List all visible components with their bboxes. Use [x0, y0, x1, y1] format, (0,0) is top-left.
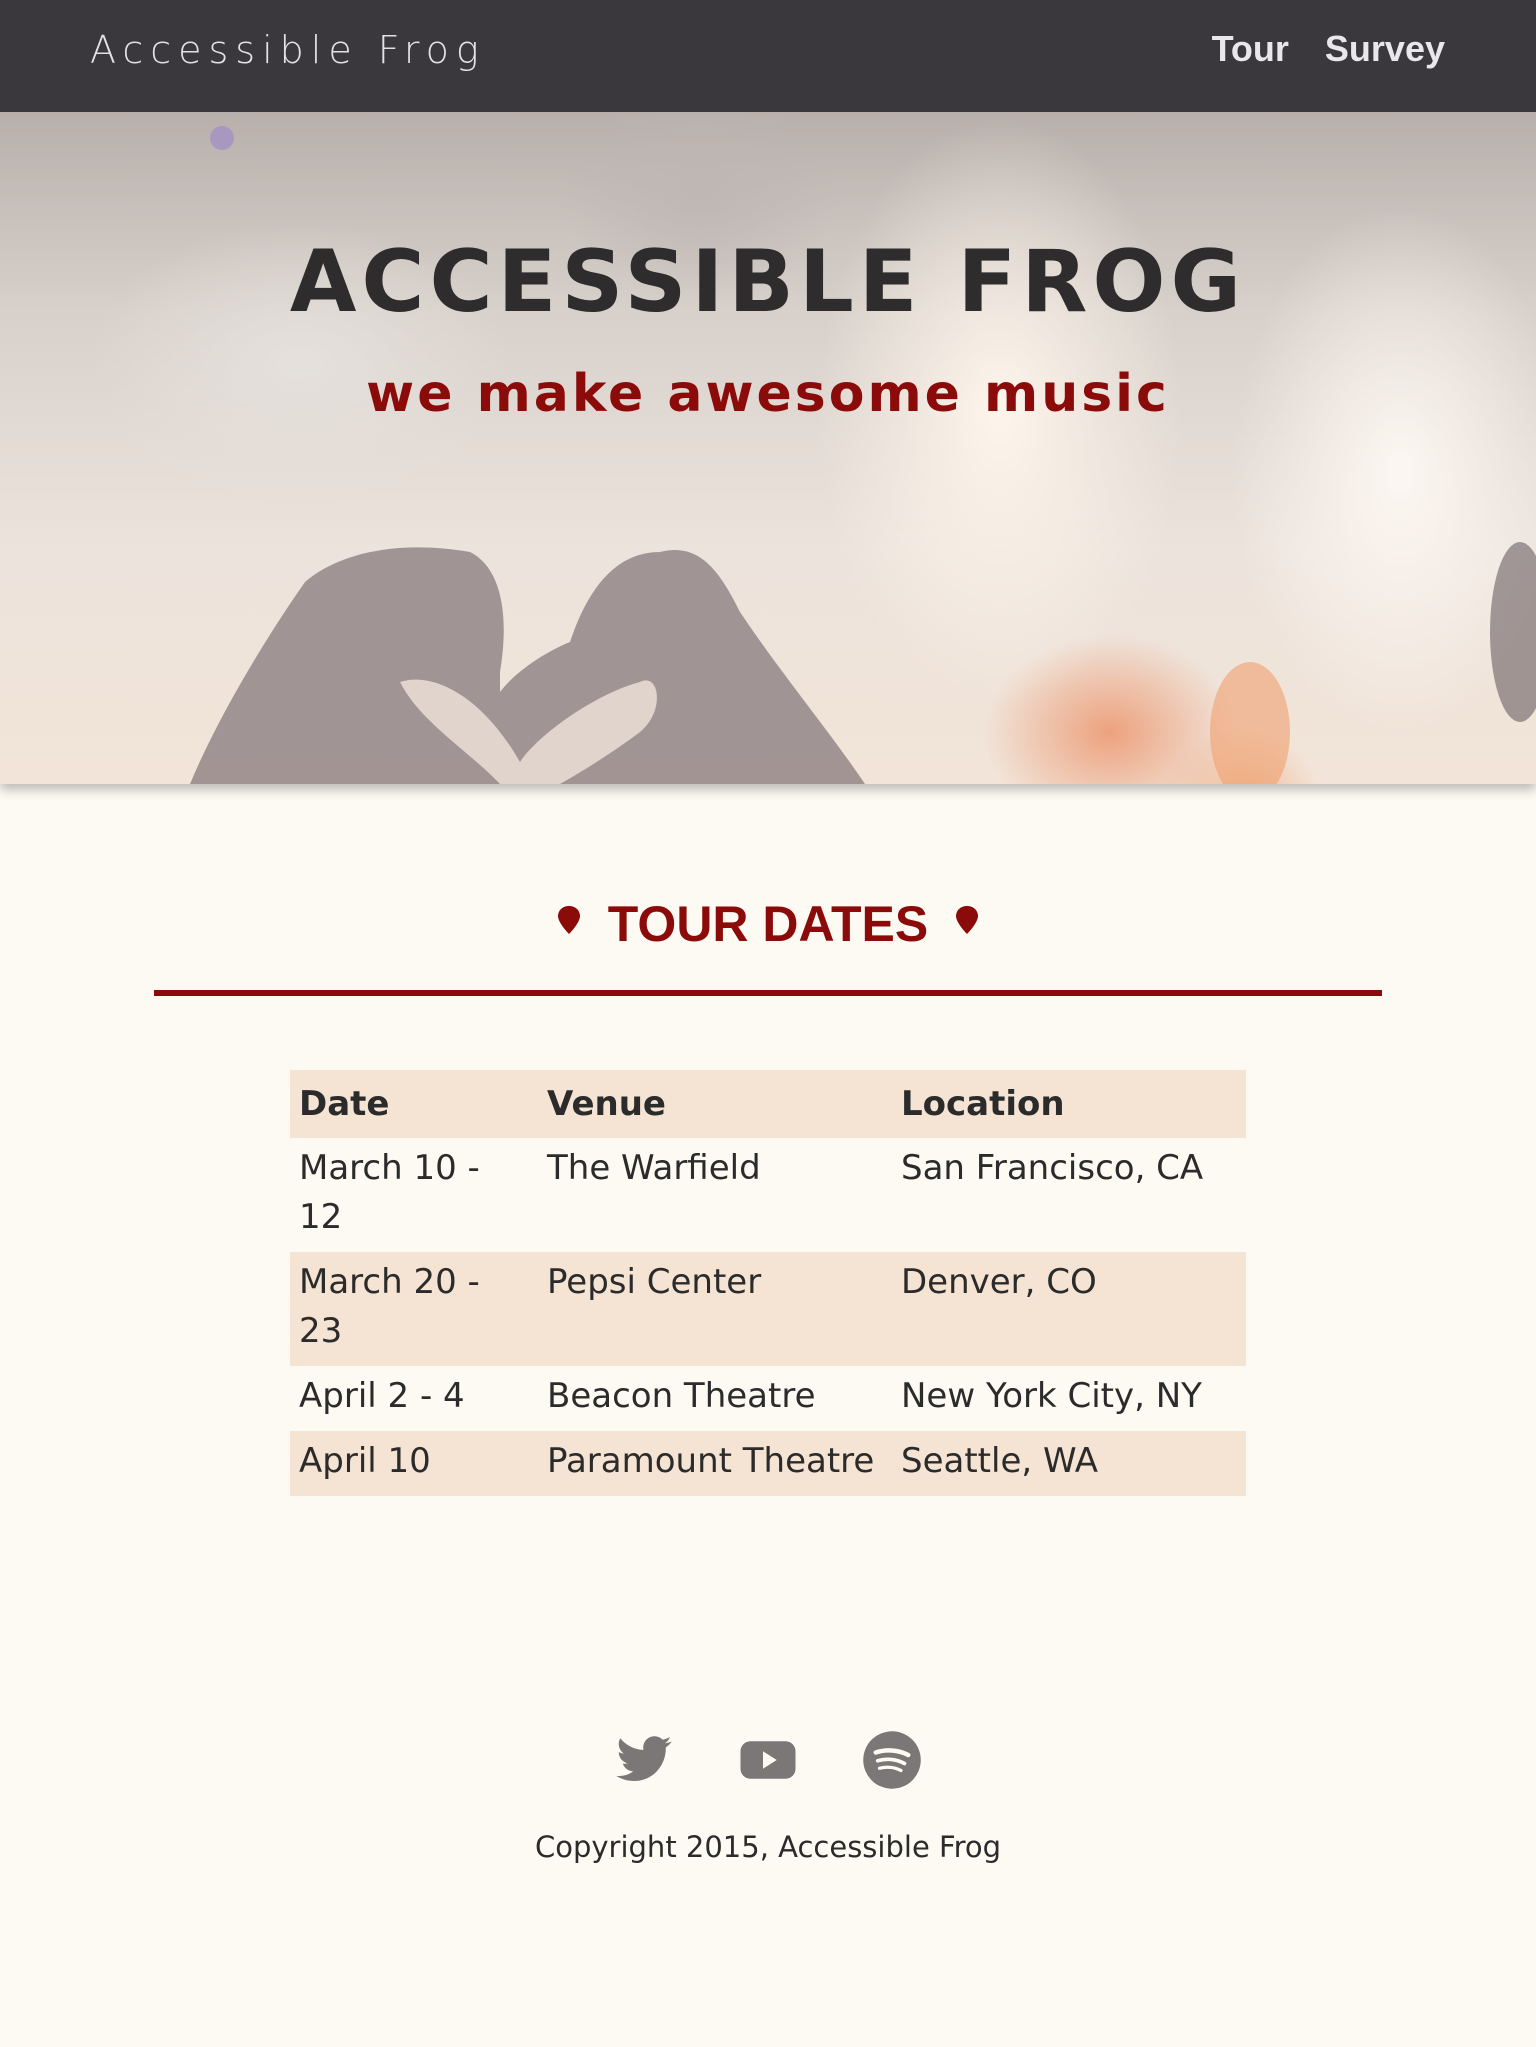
cell-venue: The Warfield: [547, 1148, 761, 1188]
cell-date: March 10 - 12: [299, 1148, 480, 1237]
location-pin-icon: [557, 905, 580, 934]
section-divider: [154, 990, 1382, 996]
tour-dates-table: Date Venue Location March 10 - 12 The Wa…: [290, 1070, 1246, 1496]
cell-venue: Paramount Theatre: [538, 1431, 892, 1496]
table-row: March 20 - 23 Pepsi Center Denver, CO: [290, 1252, 1246, 1366]
cell-date: April 10: [290, 1431, 538, 1496]
tour-dates-heading: TOUR DATES: [0, 888, 1536, 956]
spotify-icon[interactable]: [862, 1730, 922, 1790]
nav-link-survey[interactable]: Survey: [1325, 28, 1445, 70]
hero-banner: ACCESSIBLE FROG we make awesome music: [0, 112, 1536, 784]
table-row: April 2 - 4 Beacon Theatre New York City…: [290, 1366, 1246, 1431]
table-row: April 10 Paramount Theatre Seattle, WA: [290, 1431, 1246, 1496]
navbar: Accessible Frog Tour Survey: [0, 0, 1536, 112]
nav-link-tour[interactable]: Tour: [1212, 28, 1289, 70]
cell-venue: Pepsi Center: [538, 1252, 892, 1366]
table-row: March 10 - 12 The Warfield San Francisco…: [290, 1138, 1246, 1252]
twitter-icon[interactable]: [614, 1730, 674, 1790]
column-header-date: Date: [290, 1070, 538, 1138]
tour-dates-title: TOUR DATES: [607, 895, 929, 952]
hero-subtitle: we make awesome music: [366, 364, 1170, 424]
hero-title: ACCESSIBLE FROG: [289, 232, 1247, 332]
column-header-location: Location: [892, 1070, 1246, 1138]
youtube-icon[interactable]: [738, 1730, 798, 1790]
nav-links: Tour Survey: [1212, 28, 1445, 70]
cell-location: Denver, CO: [892, 1252, 1246, 1366]
cell-location: New York City, NY: [901, 1376, 1202, 1416]
location-pin-icon: [956, 905, 979, 934]
social-links: [0, 1730, 1536, 1790]
column-header-venue: Venue: [538, 1070, 892, 1138]
table-header-row: Date Venue Location: [290, 1070, 1246, 1138]
cell-date: April 2 - 4: [299, 1376, 465, 1416]
copyright-text: Copyright 2015, Accessible Frog: [534, 1830, 1002, 1864]
heart-hands-image: [190, 126, 1536, 784]
cell-date: March 20 - 23: [290, 1252, 538, 1366]
cell-venue: Beacon Theatre: [547, 1376, 816, 1416]
cell-location: San Francisco, CA: [901, 1148, 1204, 1188]
cell-location: Seattle, WA: [892, 1431, 1246, 1496]
brand-link[interactable]: Accessible Frog: [90, 28, 486, 72]
